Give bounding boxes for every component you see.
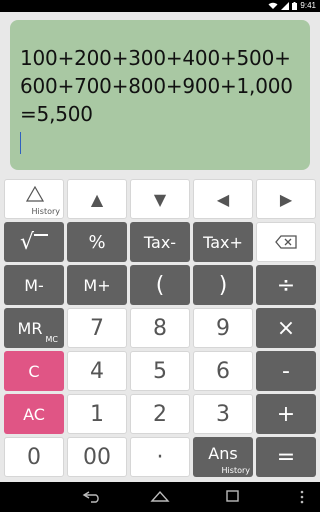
multiply-label: × [276, 315, 296, 341]
six-label: 6 [216, 358, 230, 384]
plus-button[interactable]: + [256, 394, 316, 434]
text-cursor [20, 132, 21, 154]
one-button[interactable]: 1 [67, 394, 127, 434]
signal-icon [281, 2, 290, 10]
status-time: 9:41 [300, 1, 316, 10]
home-icon[interactable] [150, 489, 170, 503]
display-area: 100+200+300+400+500+600+700+800+900+1,00… [0, 12, 320, 176]
ans-history-sub-label: History [221, 466, 250, 475]
result-text: =5,500 [20, 102, 93, 126]
clear-button[interactable]: C [4, 351, 64, 391]
multiply-button[interactable]: × [256, 308, 316, 348]
seven-label: 7 [90, 315, 104, 341]
all-clear-button[interactable]: AC [4, 394, 64, 434]
four-button[interactable]: 4 [67, 351, 127, 391]
eight-button[interactable]: 8 [130, 308, 190, 348]
five-button[interactable]: 5 [130, 351, 190, 391]
cursor-up-button[interactable]: ▲ [67, 179, 127, 219]
two-label: 2 [153, 401, 167, 427]
four-label: 4 [90, 358, 104, 384]
close-paren-label: ) [218, 272, 228, 298]
tax-plus-label: Tax+ [203, 232, 243, 252]
two-button[interactable]: 2 [130, 394, 190, 434]
minus-label: - [282, 358, 290, 384]
eight-label: 8 [153, 315, 167, 341]
ans-label: Ans [208, 443, 238, 463]
up-arrow-icon: ▲ [90, 189, 104, 209]
percent-label: % [88, 231, 106, 253]
tax-minus-button[interactable]: Tax- [130, 222, 190, 262]
m-plus-label: M+ [83, 275, 111, 295]
divide-label: ÷ [276, 272, 296, 298]
zero-label: 0 [27, 444, 41, 470]
answer-button[interactable]: Ans History [193, 437, 253, 477]
one-label: 1 [90, 401, 104, 427]
history-sub-label: History [31, 207, 60, 216]
backspace-icon [275, 235, 297, 249]
three-button[interactable]: 3 [193, 394, 253, 434]
history-button[interactable]: History [4, 179, 64, 219]
battery-icon [292, 2, 298, 10]
equals-button[interactable]: = [256, 437, 316, 477]
overflow-menu-icon[interactable] [300, 490, 304, 504]
plus-label: + [276, 401, 296, 427]
sqrt-button[interactable]: √ [4, 222, 64, 262]
double-zero-button[interactable]: 00 [67, 437, 127, 477]
m-minus-button[interactable]: M- [4, 265, 64, 305]
down-arrow-icon: ▼ [153, 189, 167, 209]
nine-label: 9 [216, 315, 230, 341]
clear-label: C [28, 361, 40, 381]
right-arrow-icon: ▶ [279, 189, 293, 209]
status-bar: 9:41 [0, 0, 320, 12]
back-icon[interactable] [82, 489, 102, 503]
zero-button[interactable]: 0 [4, 437, 64, 477]
sqrt-icon: √ [19, 229, 35, 255]
mc-sub-label: MC [45, 335, 59, 344]
cursor-down-button[interactable]: ▼ [130, 179, 190, 219]
m-plus-button[interactable]: M+ [67, 265, 127, 305]
cursor-left-button[interactable]: ◀ [193, 179, 253, 219]
cursor-right-button[interactable]: ▶ [256, 179, 316, 219]
divide-button[interactable]: ÷ [256, 265, 316, 305]
nine-button[interactable]: 9 [193, 308, 253, 348]
tax-plus-button[interactable]: Tax+ [193, 222, 253, 262]
five-label: 5 [153, 358, 167, 384]
mr-label: MR [17, 318, 43, 338]
tax-minus-label: Tax- [143, 232, 177, 252]
open-paren-label: ( [155, 272, 165, 298]
equals-label: = [276, 444, 296, 470]
decimal-point-label: · [156, 444, 164, 470]
backspace-button[interactable] [256, 222, 316, 262]
open-paren-button[interactable]: ( [130, 265, 190, 305]
six-button[interactable]: 6 [193, 351, 253, 391]
keypad: History ▲ ▼ ◀ ▶ √ % Tax- Tax+ M- M+ () … [0, 176, 320, 482]
calculator-display[interactable]: 100+200+300+400+500+600+700+800+900+1,00… [10, 20, 310, 170]
three-label: 3 [216, 401, 230, 427]
triangle-history-icon [26, 186, 44, 202]
wifi-icon [268, 2, 278, 9]
m-minus-label: M- [24, 275, 44, 295]
close-paren-button[interactable]: ) [193, 265, 253, 305]
left-arrow-icon: ◀ [216, 189, 230, 209]
percent-button[interactable]: % [67, 222, 127, 262]
decimal-point-button[interactable]: · [130, 437, 190, 477]
all-clear-label: AC [23, 404, 45, 424]
recent-apps-icon[interactable] [222, 489, 242, 503]
minus-button[interactable]: - [256, 351, 316, 391]
sqrt-bar [34, 234, 49, 236]
memory-recall-button[interactable]: MR MC [4, 308, 64, 348]
seven-button[interactable]: 7 [67, 308, 127, 348]
double-zero-label: 00 [83, 444, 111, 470]
navigation-bar [0, 482, 320, 512]
expression-text: 100+200+300+400+500+600+700+800+900+1,00… [20, 46, 293, 98]
